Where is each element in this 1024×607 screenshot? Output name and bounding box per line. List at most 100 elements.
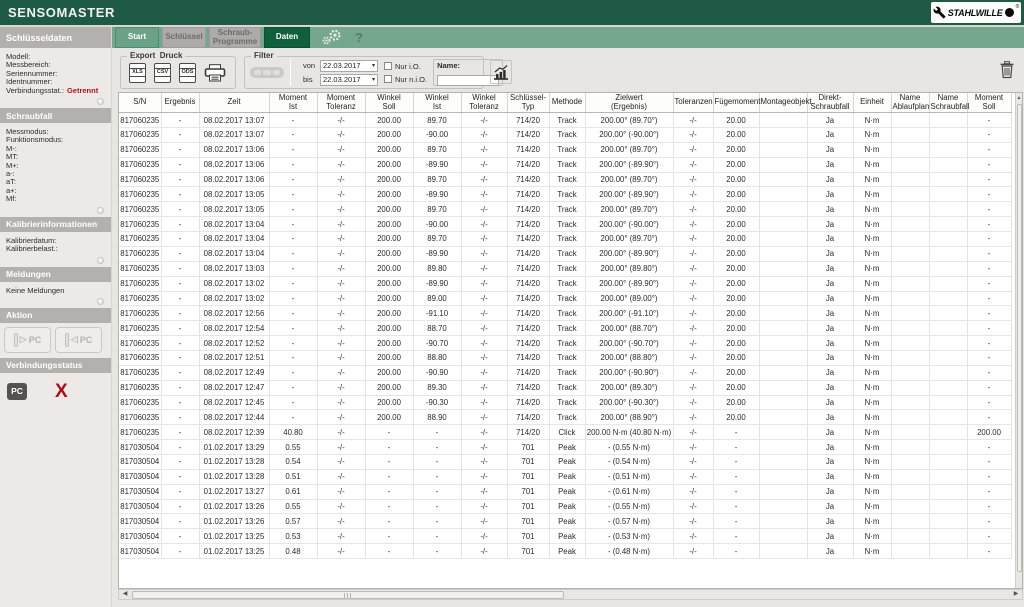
column-header[interactable]: Schlüssel- Typ <box>507 93 549 113</box>
only-nok-checkbox[interactable]: Nur n.i.O. <box>384 75 427 84</box>
tab-start[interactable]: Start <box>115 27 159 48</box>
table-row[interactable]: 817060235-08.02.2017 13:02--/-200.0089.0… <box>119 291 1011 306</box>
table-row[interactable]: 817060235-08.02.2017 13:07--/-200.0089.7… <box>119 113 1011 128</box>
date-to-dropdown[interactable]: 22.03.2017▾ <box>320 74 378 86</box>
m-minus-label: M-: <box>6 145 107 153</box>
table-row[interactable]: 817060235-08.02.2017 13:02--/-200.00-89.… <box>119 276 1011 291</box>
column-header[interactable]: Moment Soll <box>967 93 1011 113</box>
table-cell: - <box>269 306 317 321</box>
table-row[interactable]: 817060235-08.02.2017 12:3940.80-/----/-7… <box>119 425 1011 440</box>
horizontal-scrollbar[interactable]: ◀ ▶ <box>118 589 1023 600</box>
table-row[interactable]: 817060235-08.02.2017 13:06--/-200.0089.7… <box>119 142 1011 157</box>
table-row[interactable]: 817060235-08.02.2017 12:51--/-200.0088.8… <box>119 350 1011 365</box>
sidebar-section-aktion[interactable]: Aktion <box>0 308 111 323</box>
date-from-dropdown[interactable]: 22.03.2017▾ <box>320 60 378 72</box>
delete-records-button[interactable] <box>998 61 1016 81</box>
vertical-scrollbar[interactable]: ▲ <box>1015 93 1022 588</box>
sidebar-section-schraubfall[interactable]: Schraubfall <box>0 108 111 123</box>
column-header[interactable]: Winkel Ist <box>413 93 461 113</box>
table-row[interactable]: 817060235-08.02.2017 13:04--/-200.00-89.… <box>119 246 1011 261</box>
section-collapse-indicator[interactable] <box>97 98 104 105</box>
table-row[interactable]: 817060235-08.02.2017 12:54--/-200.0088.7… <box>119 321 1011 336</box>
tab-schraub-programme[interactable]: Schraub- Programme <box>209 27 261 48</box>
table-cell: 817060235 <box>119 113 161 128</box>
only-ok-checkbox[interactable]: Nur i.O. <box>384 62 427 71</box>
table-row[interactable]: 817060235-08.02.2017 13:07--/-200.00-90.… <box>119 128 1011 143</box>
table-row[interactable]: 817030504-01.02.2017 13:260.55-/----/-70… <box>119 499 1011 514</box>
help-question-mark-icon[interactable]: ? <box>355 30 363 45</box>
section-collapse-indicator[interactable] <box>97 257 104 264</box>
table-row[interactable]: 817030504-01.02.2017 13:270.61-/----/-70… <box>119 484 1011 499</box>
statistics-chart-button[interactable] <box>490 60 512 84</box>
table-row[interactable]: 817060235-08.02.2017 13:04--/-200.0089.7… <box>119 232 1011 247</box>
scroll-right-arrow-icon[interactable]: ▶ <box>1011 590 1021 599</box>
horizontal-scroll-thumb[interactable] <box>132 591 564 599</box>
table-cell: -89.90 <box>413 157 461 172</box>
table-cell: - <box>713 454 759 469</box>
column-header[interactable]: Direkt- Schraubfall <box>807 93 853 113</box>
table-row[interactable]: 817030504-01.02.2017 13:250.53-/----/-70… <box>119 529 1011 544</box>
column-header[interactable]: Fügemoment <box>713 93 759 113</box>
table-row[interactable]: 817060235-08.02.2017 12:45--/-200.00-90.… <box>119 395 1011 410</box>
table-cell <box>759 395 807 410</box>
table-row[interactable]: 817030504-01.02.2017 13:260.57-/----/-70… <box>119 514 1011 529</box>
table-row[interactable]: 817060235-08.02.2017 13:04--/-200.00-90.… <box>119 217 1011 232</box>
column-header[interactable]: Einheit <box>853 93 891 113</box>
table-row[interactable]: 817060235-08.02.2017 13:03--/-200.0089.8… <box>119 261 1011 276</box>
gears-icon[interactable] <box>320 29 346 46</box>
column-header[interactable]: Methode <box>549 93 585 113</box>
printer-icon[interactable] <box>204 64 226 82</box>
table-row[interactable]: 817030504-01.02.2017 13:250.48-/----/-70… <box>119 544 1011 559</box>
brand-logo: STAHLWILLE ® <box>931 2 1021 23</box>
table-cell: -/- <box>673 202 713 217</box>
sidebar-section-meldungen[interactable]: Meldungen <box>0 267 111 282</box>
section-collapse-indicator[interactable] <box>97 298 104 305</box>
ods-file-icon[interactable]: ODS <box>179 63 196 83</box>
table-row[interactable]: 817030504-01.02.2017 13:290.55-/----/-70… <box>119 440 1011 455</box>
tab-schluessel[interactable]: Schlüssel <box>162 27 206 48</box>
table-row[interactable]: 817030504-01.02.2017 13:280.51-/----/-70… <box>119 469 1011 484</box>
table-cell: 200.00 <box>365 306 413 321</box>
sidebar-section-verbindungsstatus[interactable]: Verbindungsstatus <box>0 358 111 373</box>
tab-daten[interactable]: Daten <box>264 27 310 48</box>
column-header[interactable]: Zeit <box>199 93 269 113</box>
receive-from-pc-button[interactable]: ◁ PC <box>55 327 102 353</box>
column-header[interactable]: Moment Toleranz <box>317 93 365 113</box>
xls-file-icon[interactable]: XLS <box>129 63 146 83</box>
scroll-up-arrow-icon[interactable]: ▲ <box>1016 94 1022 102</box>
column-header[interactable]: Name Schraubfall <box>929 93 967 113</box>
table-row[interactable]: 817030504-01.02.2017 13:280.54-/----/-70… <box>119 454 1011 469</box>
column-header[interactable]: Ergebnis <box>161 93 199 113</box>
table-row[interactable]: 817060235-08.02.2017 13:05--/-200.0089.7… <box>119 202 1011 217</box>
column-header[interactable]: Winkel Soll <box>365 93 413 113</box>
table-cell: -/- <box>461 306 507 321</box>
section-collapse-indicator[interactable] <box>97 207 104 214</box>
column-header[interactable]: Toleranzen <box>673 93 713 113</box>
send-to-pc-button[interactable]: ▷ PC <box>4 327 51 353</box>
table-row[interactable]: 817060235-08.02.2017 13:06--/-200.00-89.… <box>119 157 1011 172</box>
csv-file-icon[interactable]: CSV <box>154 63 171 83</box>
table-cell: - <box>413 529 461 544</box>
table-cell: Ja <box>807 499 853 514</box>
column-header[interactable]: Winkel Toleranz <box>461 93 507 113</box>
table-cell: 714/20 <box>507 365 549 380</box>
table-row[interactable]: 817060235-08.02.2017 12:47--/-200.0089.3… <box>119 380 1011 395</box>
table-cell: -/- <box>673 336 713 351</box>
table-row[interactable]: 817060235-08.02.2017 12:49--/-200.00-90.… <box>119 365 1011 380</box>
column-header[interactable]: Zielwert (Ergebnis) <box>585 93 673 113</box>
column-header[interactable]: Moment Ist <box>269 93 317 113</box>
scroll-left-arrow-icon[interactable]: ◀ <box>120 590 130 599</box>
column-header[interactable]: Name Ablaufplan <box>891 93 929 113</box>
table-cell: - <box>161 172 199 187</box>
sidebar-section-kalibrierinformationen[interactable]: Kalibrierinformationen <box>0 217 111 232</box>
table-cell: 817060235 <box>119 350 161 365</box>
column-header[interactable]: Montageobjekt <box>759 93 807 113</box>
table-row[interactable]: 817060235-08.02.2017 12:52--/-200.00-90.… <box>119 336 1011 351</box>
vertical-scroll-thumb[interactable] <box>1017 104 1022 572</box>
column-header[interactable]: S/N <box>119 93 161 113</box>
sidebar-section-schluesseldaten[interactable]: Schlüsseldaten <box>0 27 111 48</box>
table-row[interactable]: 817060235-08.02.2017 13:06--/-200.0089.7… <box>119 172 1011 187</box>
table-row[interactable]: 817060235-08.02.2017 13:05--/-200.00-89.… <box>119 187 1011 202</box>
table-row[interactable]: 817060235-08.02.2017 12:44--/-200.0088.9… <box>119 410 1011 425</box>
table-row[interactable]: 817060235-08.02.2017 12:56--/-200.00-91.… <box>119 306 1011 321</box>
